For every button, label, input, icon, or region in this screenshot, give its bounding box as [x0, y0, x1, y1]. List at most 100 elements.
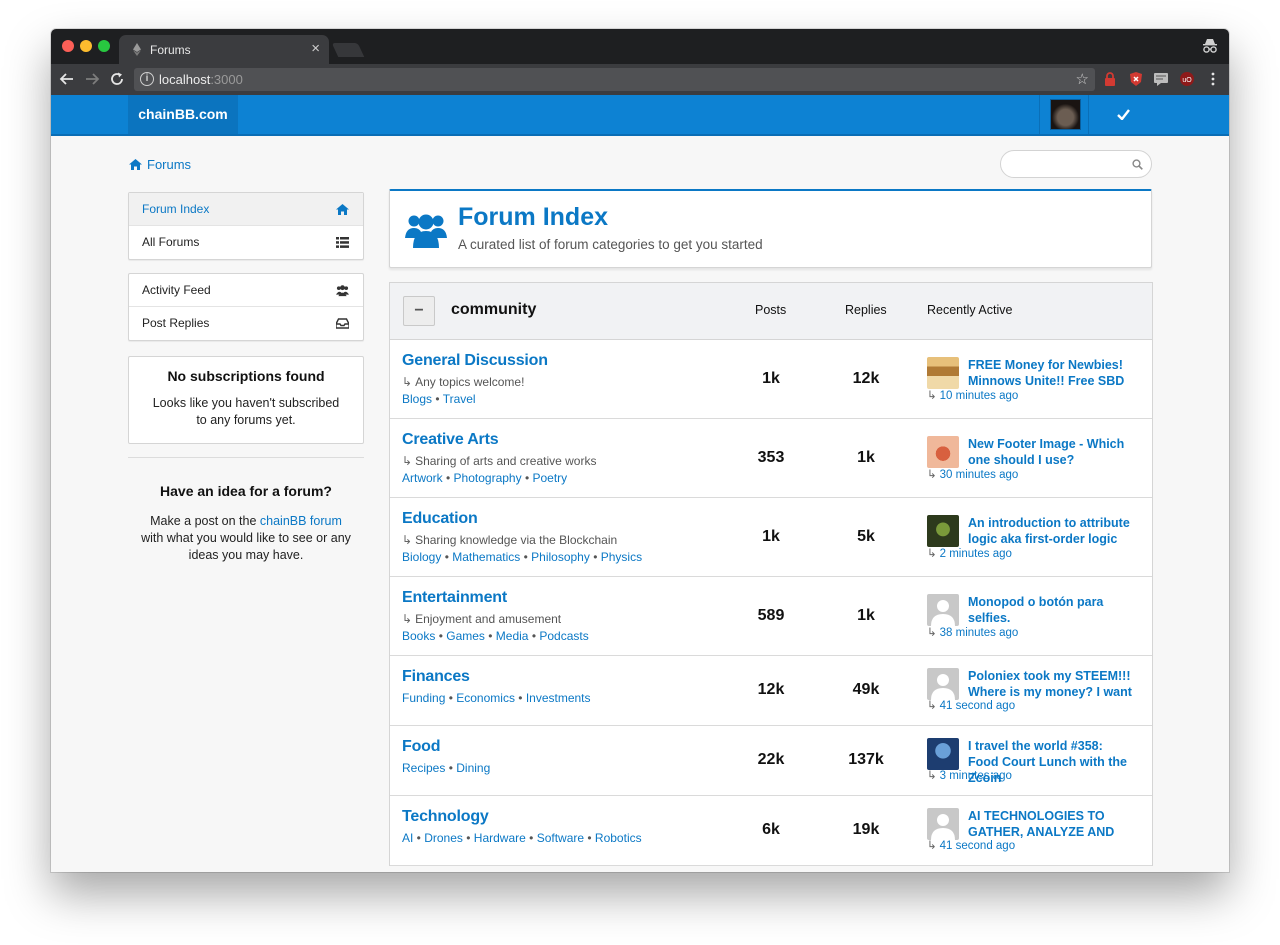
forum-tag-link[interactable]: AI — [402, 831, 413, 845]
forum-tag-link[interactable]: Philosophy — [531, 550, 590, 564]
breadcrumb[interactable]: Forums — [129, 157, 191, 172]
incognito-icon — [1203, 39, 1217, 53]
forum-name-link[interactable]: General Discussion — [402, 352, 548, 370]
sidebar-item-activity-feed[interactable]: Activity Feed — [129, 274, 363, 307]
collapse-category-button[interactable]: − — [403, 296, 435, 326]
ethereum-favicon-icon — [133, 43, 141, 56]
sidebar-item-post-replies[interactable]: Post Replies — [129, 307, 363, 340]
brand-link[interactable]: chainBB.com — [128, 95, 238, 134]
sidebar-item-forum-index[interactable]: Forum Index — [129, 193, 363, 226]
posts-count: 353 — [757, 449, 785, 466]
idea-title: Have an idea for a forum? — [160, 483, 332, 499]
sidebar-item-all-forums[interactable]: All Forums — [129, 226, 363, 259]
address-bar[interactable]: i localhost:3000 ☆ — [134, 68, 1095, 91]
bookmark-star-icon[interactable]: ☆ — [1076, 70, 1089, 88]
recent-post-time[interactable]: ↳ 41 second ago — [927, 838, 1015, 852]
search-input[interactable] — [1000, 150, 1152, 178]
shield-extension-icon[interactable] — [1128, 71, 1144, 87]
site-info-icon[interactable]: i — [140, 72, 154, 86]
minimize-window-button[interactable] — [80, 40, 92, 52]
chainbb-forum-link[interactable]: chainBB forum — [260, 514, 342, 528]
forum-tag-link[interactable]: Photography — [454, 471, 522, 485]
tab-strip: Forums × — [51, 29, 1229, 64]
forum-description-text: Any topics welcome! — [415, 375, 525, 389]
forum-tag-link[interactable]: Artwork — [402, 471, 443, 485]
forum-tag-link[interactable]: Blogs — [402, 392, 432, 406]
recent-post-link[interactable]: Poloniex took my STEEM!!! Where is my mo… — [968, 668, 1133, 700]
chrome-menu-icon[interactable] — [1205, 71, 1221, 87]
forum-tag-link[interactable]: Funding — [402, 691, 445, 705]
forum-tag-link[interactable]: Physics — [601, 550, 642, 564]
browser-tab[interactable]: Forums × — [119, 35, 329, 64]
zoom-window-button[interactable] — [98, 40, 110, 52]
forum-name-link[interactable]: Creative Arts — [402, 431, 499, 449]
recent-post-time[interactable]: ↳ 10 minutes ago — [927, 388, 1018, 402]
forum-tag-link[interactable]: Mathematics — [452, 550, 520, 564]
tag-separator: • — [514, 691, 526, 705]
recent-time-text: 38 minutes ago — [939, 627, 1019, 639]
forum-tag-link[interactable]: Biology — [402, 550, 441, 564]
recent-author-avatar[interactable] — [927, 594, 959, 626]
forum-tag-link[interactable]: Drones — [424, 831, 463, 845]
recent-author-avatar[interactable] — [927, 436, 959, 468]
forum-tag-link[interactable]: Robotics — [595, 831, 642, 845]
forward-arrow-icon[interactable] — [84, 71, 100, 87]
forum-tag-link[interactable]: Media — [496, 629, 529, 643]
recent-author-avatar[interactable] — [927, 808, 959, 840]
forum-tag-link[interactable]: Recipes — [402, 761, 445, 775]
forum-tag-link[interactable]: Hardware — [474, 831, 526, 845]
browser-toolbar: i localhost:3000 ☆ uO — [51, 64, 1229, 95]
sidebar-item-label: Activity Feed — [142, 283, 211, 297]
recent-time-text: 41 second ago — [939, 700, 1016, 712]
recent-post-link[interactable]: AI TECHNOLOGIES TO GATHER, ANALYZE AND — [968, 808, 1133, 840]
ublock-extension-icon[interactable]: uO — [1179, 71, 1195, 87]
tab-close-icon[interactable]: × — [311, 40, 320, 57]
forum-tag-link[interactable]: Software — [537, 831, 584, 845]
forum-tag-link[interactable]: Poetry — [532, 471, 567, 485]
user-menu[interactable] — [1039, 95, 1089, 134]
recent-author-avatar[interactable] — [927, 738, 959, 770]
forum-tag-link[interactable]: Books — [402, 629, 435, 643]
reload-icon[interactable] — [109, 71, 125, 87]
tag-separator: • — [413, 831, 425, 845]
recent-author-avatar[interactable] — [927, 515, 959, 547]
forum-tag-link[interactable]: Games — [446, 629, 485, 643]
forum-name-link[interactable]: Technology — [402, 808, 489, 826]
forum-name-link[interactable]: Finances — [402, 668, 470, 686]
check-button[interactable] — [1090, 95, 1157, 134]
recent-post-link[interactable]: FREE Money for Newbies! Minnows Unite!! … — [968, 357, 1133, 389]
app-navbar: chainBB.com — [51, 95, 1229, 136]
lock-extension-icon[interactable] — [1102, 71, 1118, 87]
recent-time-text: 41 second ago — [939, 840, 1016, 852]
back-arrow-icon[interactable] — [59, 71, 75, 87]
posts-count: 6k — [762, 821, 780, 838]
recent-post-time[interactable]: ↳ 2 minutes ago — [927, 546, 1012, 560]
recent-post-link[interactable]: New Footer Image - Which one should I us… — [968, 436, 1133, 468]
forum-name-link[interactable]: Education — [402, 510, 478, 528]
new-tab-button[interactable] — [331, 43, 365, 57]
search-icon[interactable] — [1132, 159, 1143, 170]
recent-post-link[interactable]: Monopod o botón para selfies. — [968, 594, 1133, 626]
forum-tag-link[interactable]: Podcasts — [539, 629, 588, 643]
recent-post-time[interactable]: ↳ 38 minutes ago — [927, 625, 1018, 639]
forum-index-header: Forum Index A curated list of forum cate… — [389, 189, 1152, 268]
forum-name-link[interactable]: Entertainment — [402, 589, 507, 607]
recent-post-link[interactable]: An introduction to attribute logic aka f… — [968, 515, 1133, 547]
forum-tag-link[interactable]: Dining — [456, 761, 490, 775]
forum-tag-link[interactable]: Economics — [456, 691, 515, 705]
replies-count: 137k — [848, 751, 884, 768]
chat-extension-icon[interactable] — [1153, 71, 1169, 87]
forum-tag-link[interactable]: Investments — [526, 691, 591, 705]
svg-text:uO: uO — [1182, 77, 1192, 84]
recent-author-avatar[interactable] — [927, 357, 959, 389]
recent-post-time[interactable]: ↳ 41 second ago — [927, 698, 1015, 712]
recent-post-time[interactable]: ↳ 3 minutes ago — [927, 768, 1012, 782]
forum-name-link[interactable]: Food — [402, 738, 440, 756]
close-window-button[interactable] — [62, 40, 74, 52]
table-row: General Discussion ↳ Any topics welcome! Bl… — [390, 340, 1152, 419]
recent-author-avatar[interactable] — [927, 668, 959, 700]
recent-post-time[interactable]: ↳ 30 minutes ago — [927, 467, 1018, 481]
sidebar-main-menu: Forum Index All Forums — [128, 192, 364, 260]
tag-separator: • — [445, 691, 457, 705]
forum-tag-link[interactable]: Travel — [443, 392, 476, 406]
